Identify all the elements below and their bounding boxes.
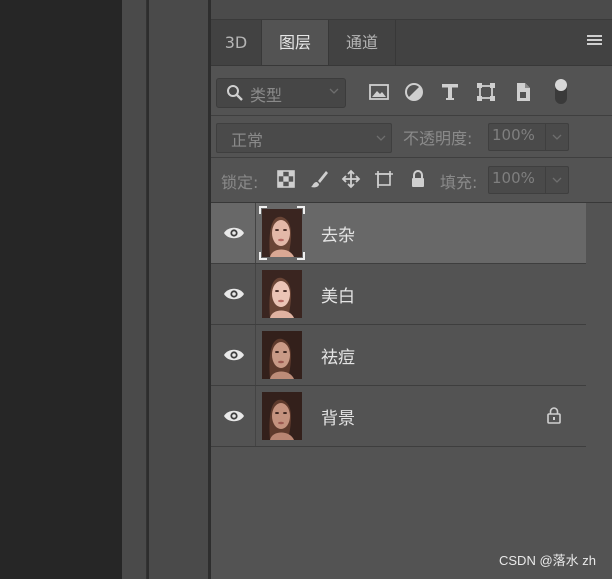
tab-channels[interactable]: 通道 xyxy=(329,20,396,65)
layer-name[interactable]: 美白 xyxy=(321,282,355,307)
opacity-dropdown-button[interactable] xyxy=(545,124,568,150)
blend-opacity-row: 正常 不透明度: 100% xyxy=(211,115,612,158)
collapsed-panel-column xyxy=(149,0,208,579)
layer-row[interactable]: 去杂 xyxy=(211,203,586,264)
eye-icon[interactable] xyxy=(223,347,245,363)
layer-row[interactable]: 美白 xyxy=(211,264,586,325)
fill-dropdown-button[interactable] xyxy=(545,167,568,193)
lock-transparent-pixels-icon[interactable] xyxy=(276,169,296,189)
adjustment-filter-icon[interactable] xyxy=(403,81,425,103)
lock-image-pixels-icon[interactable] xyxy=(309,169,329,189)
layer-filter-row: 类型 xyxy=(211,67,612,116)
smart-object-filter-icon[interactable] xyxy=(512,81,534,103)
layer-thumbnail[interactable] xyxy=(262,392,302,440)
fill-value: 100% xyxy=(492,169,535,187)
filter-toggle-icon[interactable] xyxy=(554,77,568,105)
panel-tab-bar: 3D 图层 通道 xyxy=(211,20,612,66)
lock-label: 锁定: xyxy=(221,173,259,192)
tab-3d[interactable]: 3D xyxy=(211,20,262,65)
layer-thumbnail[interactable] xyxy=(262,331,302,379)
search-icon xyxy=(227,85,243,101)
opacity-value: 100% xyxy=(492,126,535,144)
image-filter-icon[interactable] xyxy=(368,81,390,103)
row-divider xyxy=(255,325,256,385)
row-divider xyxy=(255,386,256,446)
fill-label: 填充: xyxy=(440,173,478,192)
lock-all-icon[interactable] xyxy=(408,169,428,189)
opacity-field[interactable]: 100% xyxy=(488,123,569,151)
eye-icon[interactable] xyxy=(223,408,245,424)
lock-artboard-icon[interactable] xyxy=(374,169,394,189)
layer-name[interactable]: 去杂 xyxy=(321,221,355,246)
eye-icon[interactable] xyxy=(223,225,245,241)
hamburger-icon[interactable] xyxy=(587,35,602,47)
layer-name[interactable]: 祛痘 xyxy=(321,343,355,368)
filter-kind-label: 类型 xyxy=(250,86,283,105)
eye-icon[interactable] xyxy=(223,286,245,302)
row-divider xyxy=(255,203,256,263)
shape-filter-icon[interactable] xyxy=(475,81,497,103)
lock-fill-row: 锁定: 填充: 100% xyxy=(211,158,612,203)
blend-mode-value: 正常 xyxy=(231,131,264,150)
blend-mode-select[interactable]: 正常 xyxy=(216,123,392,153)
filter-kind-select[interactable]: 类型 xyxy=(216,78,346,108)
fill-field[interactable]: 100% xyxy=(488,166,569,194)
row-divider xyxy=(255,264,256,324)
layer-row[interactable]: 背景 xyxy=(211,386,586,447)
lock-position-icon[interactable] xyxy=(341,169,361,189)
chevron-down-icon xyxy=(376,135,386,141)
layer-lock-icon[interactable] xyxy=(545,406,563,424)
type-filter-icon[interactable] xyxy=(439,81,461,103)
watermark-text: CSDN @落水 zh xyxy=(499,553,596,568)
chevron-down-icon xyxy=(552,177,562,183)
canvas-area-left xyxy=(0,0,122,579)
previous-panel-bottom xyxy=(211,0,612,20)
tab-layers[interactable]: 图层 xyxy=(262,20,329,65)
side-toolbar-column xyxy=(122,0,147,579)
layer-row[interactable]: 祛痘 xyxy=(211,325,586,386)
layer-thumbnail[interactable] xyxy=(262,270,302,318)
chevron-down-icon xyxy=(552,134,562,140)
layer-thumbnail[interactable] xyxy=(262,209,302,257)
opacity-label: 不透明度: xyxy=(403,129,473,148)
layers-panel: 3D 图层 通道 类型 正常 不透明度: 100% 锁定: 填充: 100% 去… xyxy=(211,0,612,579)
layer-name[interactable]: 背景 xyxy=(321,404,355,429)
chevron-down-icon xyxy=(329,88,339,94)
